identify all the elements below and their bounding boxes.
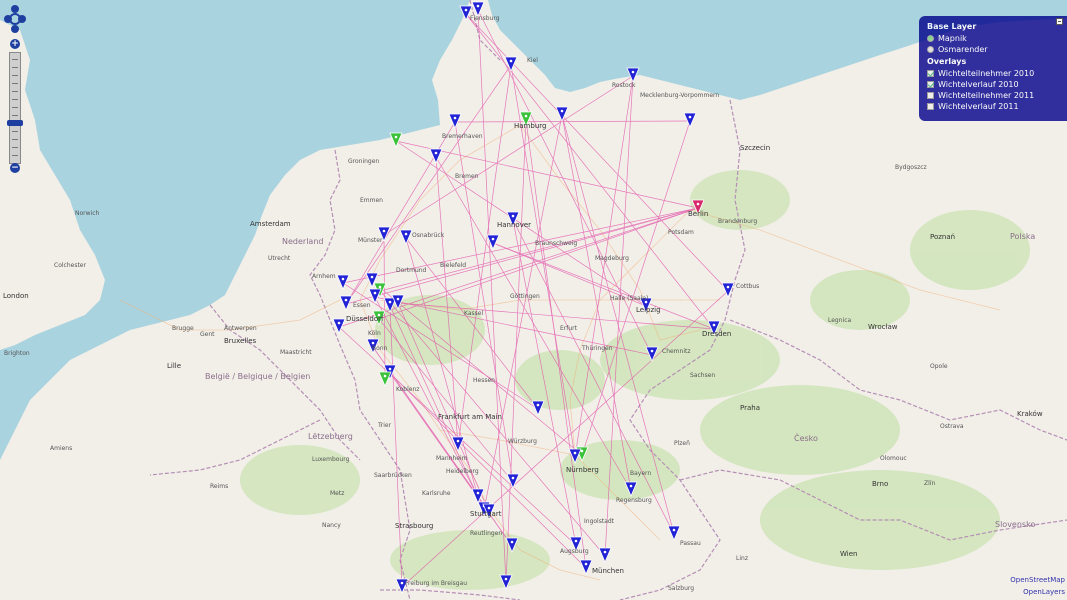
marker-dot	[573, 451, 577, 455]
pan-zoom-control: + −	[4, 4, 26, 174]
attribution: OpenStreetMap OpenLayers	[1010, 574, 1065, 598]
marker-dot	[511, 214, 515, 218]
marker-dot	[382, 229, 386, 233]
marker-dot	[373, 291, 377, 295]
marker-dot	[476, 4, 480, 8]
marker-dot	[344, 298, 348, 302]
marker-dot	[510, 540, 514, 544]
base-layer-title: Base Layer	[927, 22, 977, 31]
pan-up-button[interactable]	[11, 5, 19, 13]
overlay-teilnehmer-2010[interactable]: Wichtelteilnehmer 2010	[927, 68, 1067, 79]
base-layer-osmarender[interactable]: Osmarender	[927, 44, 1067, 55]
checkbox-icon[interactable]	[927, 81, 934, 88]
marker-dot	[491, 237, 495, 241]
marker-dot	[629, 484, 633, 488]
attribution-osm-link[interactable]: OpenStreetMap	[1010, 574, 1065, 586]
marker-dot	[524, 114, 528, 118]
marker-dot	[404, 232, 408, 236]
marker-dot	[584, 562, 588, 566]
marker-dot	[688, 115, 692, 119]
layer-switcher: Base Layer Mapnik Osmarender Overlays Wi…	[919, 16, 1067, 121]
marker-dot	[337, 321, 341, 325]
overlay-label: Wichtelteilnehmer 2010	[938, 69, 1035, 78]
zoom-slider-handle[interactable]	[7, 120, 23, 126]
marker-dot	[726, 285, 730, 289]
map-canvas[interactable]	[0, 0, 1067, 600]
overlay-teilnehmer-2011[interactable]: Wichtelteilnehmer 2011	[927, 90, 1067, 101]
overlay-verlauf-2010[interactable]: Wichtelverlauf 2010	[927, 79, 1067, 90]
checkbox-icon[interactable]	[927, 70, 934, 77]
marker-dot	[696, 202, 700, 206]
marker-dot	[388, 300, 392, 304]
marker-dot	[509, 59, 513, 63]
marker-dot	[453, 116, 457, 120]
marker-dot	[341, 277, 345, 281]
base-layer-label: Mapnik	[938, 34, 967, 43]
pan-down-button[interactable]	[11, 25, 19, 33]
marker-dot	[536, 403, 540, 407]
marker-dot	[487, 506, 491, 510]
overlay-label: Wichtelverlauf 2011	[938, 102, 1019, 111]
marker-dot	[464, 8, 468, 12]
marker-dot	[574, 539, 578, 543]
base-layer-mapnik[interactable]: Mapnik	[927, 33, 1067, 44]
overlay-verlauf-2011[interactable]: Wichtelverlauf 2011	[927, 101, 1067, 112]
overlay-label: Wichtelverlauf 2010	[938, 80, 1019, 89]
marker-dot	[580, 449, 584, 453]
marker-dot	[377, 313, 381, 317]
marker-dot	[672, 528, 676, 532]
overlays-title: Overlays	[927, 57, 967, 66]
zoom-bar[interactable]	[9, 52, 21, 164]
marker-dot	[456, 439, 460, 443]
marker-dot	[396, 297, 400, 301]
marker-dot	[394, 135, 398, 139]
marker-dot	[504, 577, 508, 581]
marker-dot	[400, 581, 404, 585]
marker-dot	[371, 341, 375, 345]
radio-icon[interactable]	[927, 46, 934, 53]
marker-dot	[383, 374, 387, 378]
overlay-label: Wichtelteilnehmer 2011	[938, 91, 1035, 100]
base-layer-label: Osmarender	[938, 45, 988, 54]
marker-dot	[388, 367, 392, 371]
checkbox-icon[interactable]	[927, 92, 934, 99]
zoom-in-button[interactable]: +	[10, 39, 20, 49]
radio-icon[interactable]	[927, 35, 934, 42]
marker-dot	[631, 70, 635, 74]
marker-dot	[434, 151, 438, 155]
marker-dot	[644, 300, 648, 304]
marker-dot	[650, 349, 654, 353]
attribution-openlayers-link[interactable]: OpenLayers	[1010, 586, 1065, 598]
marker-dot	[712, 323, 716, 327]
marker-dot	[603, 550, 607, 554]
checkbox-icon[interactable]	[927, 103, 934, 110]
marker-dot	[511, 476, 515, 480]
pan-control	[4, 5, 26, 33]
marker-dot	[560, 109, 564, 113]
marker-dot	[476, 491, 480, 495]
marker-dot	[370, 275, 374, 279]
marker-dot	[378, 285, 382, 289]
minimize-icon[interactable]	[1056, 18, 1063, 25]
zoom-out-button[interactable]: −	[10, 163, 20, 173]
